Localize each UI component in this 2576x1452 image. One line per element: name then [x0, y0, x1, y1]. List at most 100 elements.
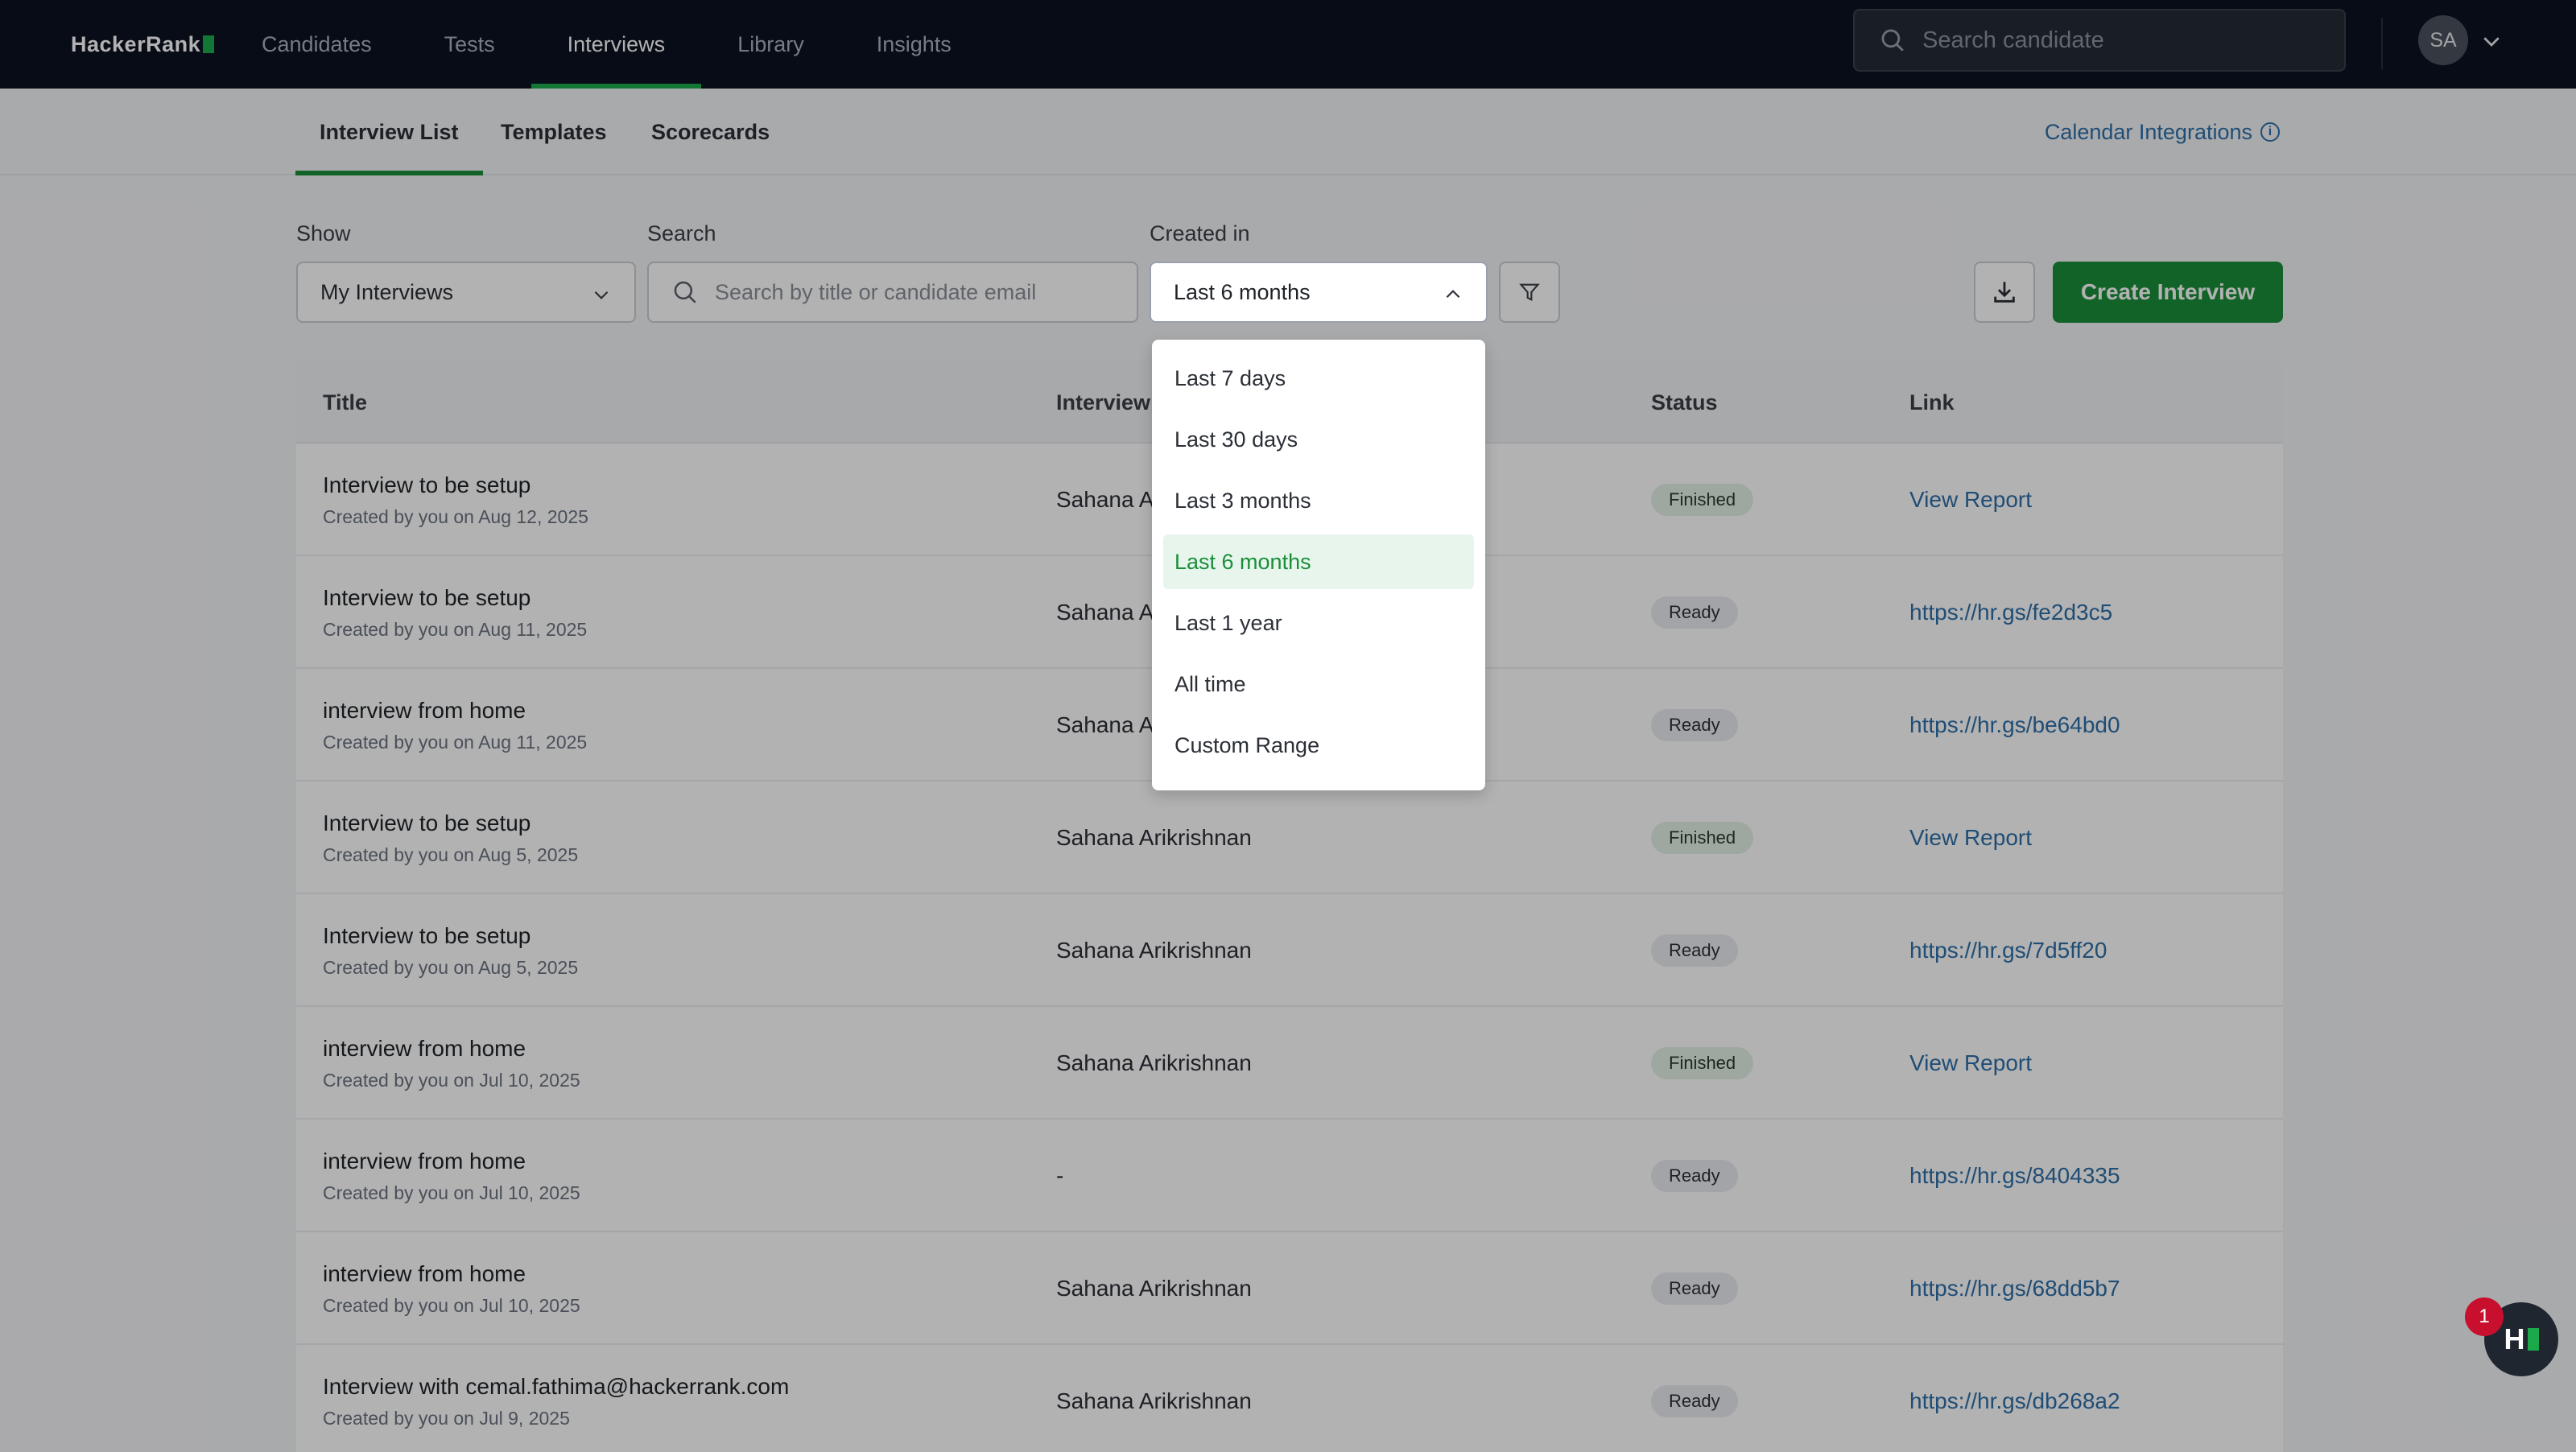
download-button[interactable]	[1974, 262, 2035, 323]
search-label: Search	[647, 221, 716, 245]
status-badge: Finished	[1651, 1047, 1754, 1079]
candidate-search-input[interactable]: Search candidate	[1853, 9, 2346, 72]
nav-item-interviews[interactable]: Interviews	[530, 0, 702, 89]
status-badge: Ready	[1651, 934, 1738, 967]
interview-link[interactable]: https://hr.gs/fe2d3c5	[1909, 600, 2112, 625]
column-header-status: Status	[1651, 390, 1718, 415]
created-in-select[interactable]: Last 6 months	[1150, 262, 1488, 323]
user-avatar[interactable]: SA	[2418, 15, 2468, 65]
interview-link[interactable]: https://hr.gs/8404335	[1909, 1163, 2120, 1189]
table-row[interactable]: Interview to be setup Created by you on …	[296, 894, 2283, 1007]
show-select-value: My Interviews	[320, 279, 454, 304]
interview-title[interactable]: Interview with cemal.fathima@hackerrank.…	[323, 1374, 789, 1400]
interview-created: Created by you on Jul 10, 2025	[323, 1182, 580, 1203]
interview-link[interactable]: https://hr.gs/7d5ff20	[1909, 938, 2107, 963]
chevron-down-icon[interactable]	[2479, 29, 2504, 53]
interview-created: Created by you on Aug 12, 2025	[323, 506, 588, 527]
column-header-interviewer: Interview	[1056, 390, 1151, 415]
tab-templates[interactable]: Templates	[501, 89, 607, 175]
interview-link[interactable]: https://hr.gs/68dd5b7	[1909, 1276, 2120, 1301]
tab-interview-list[interactable]: Interview List	[295, 89, 483, 175]
status-badge: Ready	[1651, 596, 1738, 629]
dropdown-option-last-6-months[interactable]: Last 6 months	[1163, 534, 1474, 589]
sub-navigation: Interview List Templates Scorecards Cale…	[0, 89, 2576, 175]
interview-created: Created by you on Aug 11, 2025	[323, 732, 588, 753]
table-row[interactable]: Interview to be setup Created by you on …	[296, 782, 2283, 894]
table-row[interactable]: interview from home Created by you on Ju…	[296, 1007, 2283, 1120]
created-in-select-value: Last 6 months	[1174, 279, 1311, 304]
hackerrank-logo[interactable]: HackerRank	[71, 26, 215, 63]
interviewer-name: Sahana Arikrishnan	[1056, 1276, 1252, 1301]
dropdown-option-last-1-year[interactable]: Last 1 year	[1163, 596, 1474, 650]
interviewer-name: Sahana Ar	[1056, 487, 1162, 512]
interviewer-name: Sahana Ar	[1056, 712, 1162, 737]
column-header-title: Title	[323, 390, 368, 415]
interview-title[interactable]: interview from home	[323, 1261, 526, 1287]
table-row[interactable]: Interview with cemal.fathima@hackerrank.…	[296, 1345, 2283, 1452]
status-badge: Ready	[1651, 1273, 1738, 1305]
nav-item-library[interactable]: Library	[701, 0, 840, 89]
interviewer-name: Sahana Ar	[1056, 600, 1162, 625]
interview-created: Created by you on Jul 10, 2025	[323, 1295, 580, 1316]
interview-title[interactable]: interview from home	[323, 698, 526, 724]
show-select[interactable]: My Interviews	[296, 262, 636, 323]
chat-logo-mark	[2527, 1328, 2539, 1351]
interview-link[interactable]: https://hr.gs/db268a2	[1909, 1388, 2120, 1414]
column-header-link: Link	[1909, 390, 1955, 415]
interview-link[interactable]: View Report	[1909, 825, 2032, 851]
calendar-integrations-link[interactable]: Calendar Integrations i	[2045, 89, 2280, 175]
interview-title[interactable]: Interview to be setup	[323, 472, 530, 498]
interview-title[interactable]: interview from home	[323, 1149, 526, 1174]
interview-title[interactable]: interview from home	[323, 1036, 526, 1062]
filter-button[interactable]	[1499, 262, 1560, 323]
interviewer-name: Sahana Arikrishnan	[1056, 938, 1252, 963]
chat-widget-label: H	[2504, 1322, 2525, 1355]
status-badge: Ready	[1651, 1385, 1738, 1417]
top-navigation-bar: HackerRank Candidates Tests Interviews L…	[0, 0, 2576, 89]
search-icon	[674, 281, 696, 303]
status-badge: Ready	[1651, 709, 1738, 741]
create-interview-button[interactable]: Create Interview	[2053, 262, 2283, 323]
nav-item-insights[interactable]: Insights	[840, 0, 988, 89]
dropdown-option-all-time[interactable]: All time	[1163, 657, 1474, 712]
interview-link[interactable]: View Report	[1909, 487, 2032, 513]
created-in-label: Created in	[1150, 221, 1250, 245]
brand-mark	[203, 35, 215, 53]
nav-item-candidates[interactable]: Candidates	[225, 0, 408, 89]
interview-title[interactable]: Interview to be setup	[323, 923, 530, 949]
interview-created: Created by you on Jul 9, 2025	[323, 1408, 570, 1429]
show-label: Show	[296, 221, 351, 245]
table-row[interactable]: interview from home Created by you on Ju…	[296, 1120, 2283, 1232]
nav-item-tests[interactable]: Tests	[408, 0, 531, 89]
interview-title[interactable]: Interview to be setup	[323, 811, 530, 836]
calendar-integrations-label: Calendar Integrations	[2044, 119, 2252, 144]
dropdown-option-last-7-days[interactable]: Last 7 days	[1163, 351, 1474, 406]
interview-search-input[interactable]: Search by title or candidate email	[647, 262, 1138, 323]
status-badge: Finished	[1651, 822, 1754, 854]
nav-divider	[2381, 18, 2383, 69]
notification-badge: 1	[2465, 1297, 2504, 1336]
interview-search-placeholder: Search by title or candidate email	[715, 279, 1037, 304]
interviewer-name: Sahana Arikrishnan	[1056, 825, 1252, 850]
info-icon: i	[2260, 122, 2280, 142]
search-icon	[1881, 29, 1904, 52]
interview-title[interactable]: Interview to be setup	[323, 585, 530, 611]
main-nav: Candidates Tests Interviews Library Insi…	[225, 0, 988, 89]
tab-scorecards[interactable]: Scorecards	[651, 89, 770, 175]
brand-name: HackerRank	[71, 31, 201, 56]
interviewer-name: Sahana Arikrishnan	[1056, 1050, 1252, 1075]
chevron-up-icon	[1446, 290, 1460, 299]
interview-link[interactable]: https://hr.gs/be64bd0	[1909, 712, 2120, 738]
interview-created: Created by you on Aug 5, 2025	[323, 957, 579, 978]
dropdown-option-last-3-months[interactable]: Last 3 months	[1163, 473, 1474, 528]
status-badge: Finished	[1651, 484, 1754, 516]
status-badge: Ready	[1651, 1160, 1738, 1192]
interview-created: Created by you on Aug 11, 2025	[323, 619, 588, 640]
dropdown-option-last-30-days[interactable]: Last 30 days	[1163, 412, 1474, 467]
interviewer-name: Sahana Arikrishnan	[1056, 1388, 1252, 1413]
interview-link[interactable]: View Report	[1909, 1050, 2032, 1076]
table-row[interactable]: interview from home Created by you on Ju…	[296, 1232, 2283, 1345]
dropdown-option-custom-range[interactable]: Custom Range	[1163, 718, 1474, 773]
interview-created: Created by you on Jul 10, 2025	[323, 1070, 580, 1091]
chevron-down-icon	[594, 291, 609, 299]
